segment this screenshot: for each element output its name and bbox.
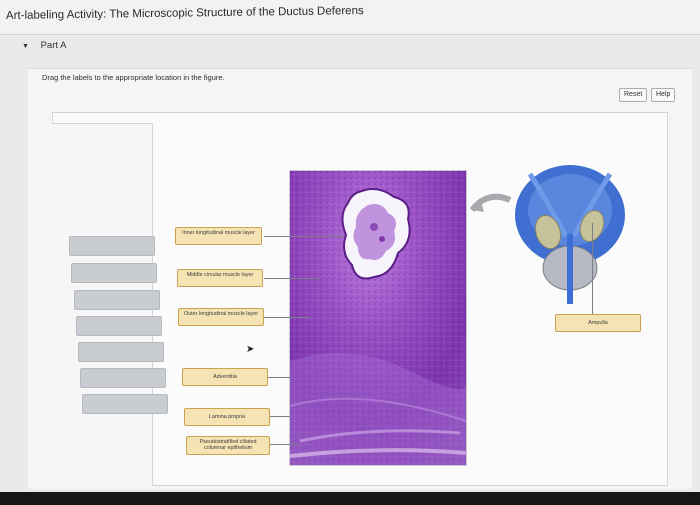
label-bank-slot[interactable]	[80, 368, 166, 388]
leader-line	[592, 223, 593, 322]
screen: Art-labeling Activity: The Microscopic S…	[0, 0, 700, 492]
leader-line	[268, 444, 300, 445]
leader-line	[264, 236, 344, 237]
label-bank-slot[interactable]	[82, 394, 168, 414]
instructions: Drag the labels to the appropriate locat…	[42, 73, 225, 82]
part-label: Part A	[40, 40, 67, 51]
reset-button[interactable]: Reset	[619, 88, 648, 102]
leader-line	[264, 317, 310, 318]
label-ampulla[interactable]: Ampulla	[555, 314, 641, 332]
label-adventitia[interactable]: Adventitia	[182, 368, 268, 386]
leader-line	[264, 278, 320, 279]
leader-line	[268, 416, 290, 417]
title-bar: Art-labeling Activity: The Microscopic S…	[0, 0, 700, 35]
anatomy-illustration	[470, 165, 625, 304]
help-button[interactable]: Help	[651, 88, 676, 102]
label-middle-circular-muscle-layer[interactable]: Middle circular muscle layer	[177, 269, 263, 287]
monitor-bezel	[0, 492, 700, 505]
label-bank-slot[interactable]	[76, 316, 162, 336]
histology-micrograph	[289, 170, 467, 466]
label-lamina-propria[interactable]: Lamina propria	[184, 408, 270, 426]
ductus-deferens-cross-section	[290, 171, 466, 465]
label-pseudostratified-ciliated-columnar-epithelium[interactable]: Pseudostratified ciliated columnar epith…	[186, 436, 270, 455]
label-bank-slot[interactable]	[69, 236, 155, 256]
activity-title: Art-labeling Activity: The Microscopic S…	[5, 5, 364, 22]
label-bank-slot[interactable]	[71, 263, 157, 283]
label-outer-longitudinal-muscle-layer[interactable]: Outer longitudinal muscle layer	[178, 308, 264, 326]
label-inner-longitudinal-muscle-layer[interactable]: Inner longitudinal muscle layer	[175, 227, 262, 245]
caret-down-icon: ▼	[22, 43, 29, 50]
leader-line	[268, 377, 290, 378]
mouse-cursor: ➤	[246, 344, 255, 355]
label-bank-slot[interactable]	[74, 290, 160, 310]
label-bank-slot[interactable]	[78, 342, 164, 362]
part-a-toggle[interactable]: ▼ Part A	[22, 40, 66, 51]
